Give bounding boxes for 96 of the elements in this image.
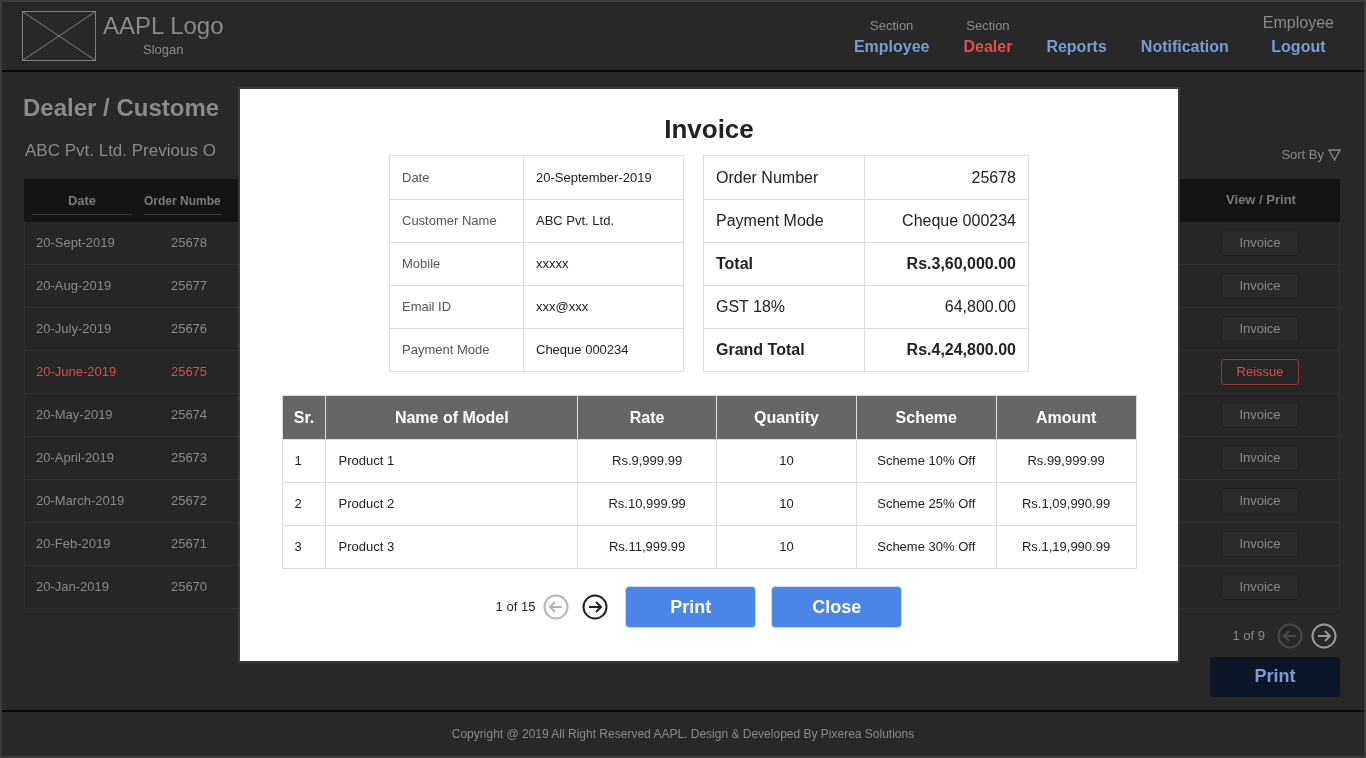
page-title: Dealer / Custome [23, 93, 220, 123]
invoice-button[interactable]: Invoice [1221, 444, 1299, 471]
info-value: Cheque 000234 [535, 341, 630, 360]
order-number-cell-text: 25677 [169, 276, 209, 295]
table-cell: Rs.11,999.99 [577, 526, 716, 568]
info-value: ABC Pvt. Ltd. [535, 212, 616, 231]
summary-value: Rs.4,24,800.00 [905, 340, 1017, 360]
info-label: Mobile [390, 243, 524, 285]
column-header: Order Numbe [144, 185, 221, 215]
page-counter: 1 of 9 [1232, 626, 1265, 645]
sort-triangle-icon[interactable] [1328, 148, 1341, 161]
summary-label: Total [704, 243, 865, 285]
nav-link[interactable]: Reports [1046, 35, 1107, 59]
info-value: 20-September-2019 [535, 168, 653, 187]
order-number-cell-text: 25673 [169, 448, 209, 467]
summary-label: Payment Mode [704, 200, 865, 242]
info-label: Email ID [390, 286, 524, 328]
table-cell: Product 3 [325, 526, 578, 568]
table-cell: Rs.1,19,990.99 [995, 526, 1136, 568]
summary-value: Cheque 000234 [901, 211, 1017, 231]
column-header: Sr. [292, 407, 316, 428]
dialog-title: Invoice [664, 113, 754, 145]
table-cell-text: 2 [293, 495, 303, 514]
order-number-cell-text: 25670 [169, 577, 209, 596]
slogan: Slogan [143, 41, 184, 60]
order-number-cell-text: 25674 [169, 405, 209, 424]
column-header: Name of Model [325, 396, 578, 439]
sort-label: Sort By [1281, 146, 1324, 164]
invoice-button[interactable]: Invoice [1221, 401, 1299, 428]
summary-label: Grand Total [704, 329, 865, 371]
order-number-cell-text: 25671 [169, 534, 209, 553]
nav-link[interactable]: Employee [853, 35, 930, 59]
info-label: Payment Mode [390, 329, 524, 371]
date-cell-text: 20-April-2019 [35, 448, 116, 467]
column-header: Rate [577, 396, 716, 439]
column-header: Quantity [716, 396, 856, 439]
column-header: Scheme [855, 396, 996, 439]
date-cell-text: 20-Aug-2019 [35, 276, 113, 295]
print-button[interactable]: Print [1210, 656, 1340, 697]
nav-link[interactable]: Dealer [963, 35, 1013, 59]
copyright-text: Copyright @ 2019 All Right Reserved AAPL. Design & Developed By Pixerea Solutions [451, 726, 915, 743]
date-cell-text: 20-July-2019 [35, 319, 113, 338]
summary-value: 64,800.00 [943, 297, 1017, 317]
table-cell: Scheme 30% Off [855, 526, 996, 568]
page-subtitle: ABC Pvt. Ltd. Previous O [25, 140, 216, 162]
order-number-cell-text: 25678 [169, 233, 209, 252]
table-cell-text: 3 [293, 538, 303, 557]
table-cell: Rs.1,09,990.99 [995, 483, 1136, 525]
date-cell-text: 20-Jan-2019 [35, 577, 110, 596]
date-cell-text: 20-March-2019 [35, 491, 126, 510]
summary-label: Order Number [704, 156, 865, 199]
nav-link[interactable]: Notification [1140, 35, 1229, 59]
table-cell: Rs.99,999.99 [995, 440, 1136, 482]
close-button[interactable]: Close [771, 586, 903, 628]
logo-text: AAPL Logo [103, 12, 224, 41]
order-number-cell-text: 25672 [169, 491, 209, 510]
info-value: xxxxx [535, 255, 570, 274]
order-number-cell-text: 25675 [169, 362, 209, 381]
invoice-button[interactable]: Invoice [1221, 487, 1299, 514]
summary-label: GST 18% [704, 286, 865, 328]
table-cell: Scheme 25% Off [855, 483, 996, 525]
table-cell: Product 2 [325, 483, 578, 525]
invoice-button[interactable]: Invoice [1221, 530, 1299, 557]
table-cell: 10 [716, 526, 856, 568]
page-counter: 1 of 15 [495, 598, 536, 617]
reissue-button[interactable]: Reissue [1221, 358, 1299, 385]
invoice-button[interactable]: Invoice [1221, 573, 1299, 600]
date-cell-text: 20-May-2019 [35, 405, 114, 424]
date-cell-text: 20-Sept-2019 [35, 233, 116, 252]
invoice-button[interactable]: Invoice [1221, 315, 1299, 342]
table-cell: Rs.10,999.99 [577, 483, 716, 525]
nav-caption: Employee [1262, 13, 1334, 33]
table-cell: Scheme 10% Off [855, 440, 996, 482]
column-header: Amount [995, 396, 1136, 439]
info-value: xxx@xxx [535, 298, 590, 317]
table-cell: 10 [716, 483, 856, 525]
date-cell-text: 20-June-2019 [35, 362, 118, 381]
column-header: View / Print [1225, 191, 1297, 210]
order-number-cell-text: 25676 [169, 319, 209, 338]
info-label: Date [390, 156, 524, 199]
summary-value: 25678 [970, 167, 1017, 188]
column-header: Date [32, 184, 132, 216]
nav-caption: Section [870, 16, 914, 35]
date-cell-text: 20-Feb-2019 [35, 534, 112, 553]
invoice-button[interactable]: Invoice [1221, 272, 1299, 299]
nav-link[interactable]: Logout [1271, 35, 1326, 59]
summary-value: Rs.3,60,000.00 [905, 254, 1017, 274]
info-label: Customer Name [390, 200, 524, 242]
print-button[interactable]: Print [625, 586, 757, 628]
table-cell: Rs.9,999.99 [577, 440, 716, 482]
invoice-button[interactable]: Invoice [1221, 229, 1299, 256]
table-cell-text: 1 [293, 452, 303, 471]
nav-caption: Section [966, 16, 1010, 35]
table-cell: 10 [716, 440, 856, 482]
table-cell: Product 1 [325, 440, 578, 482]
logo-placeholder-icon [22, 11, 96, 61]
